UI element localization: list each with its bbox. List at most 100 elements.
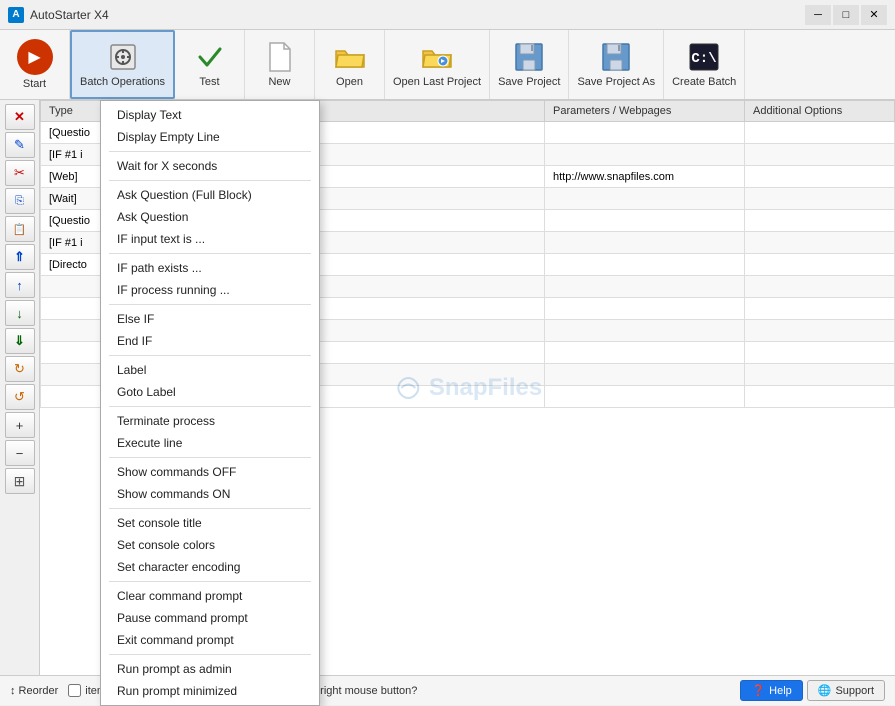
save-project-button[interactable]: Save Project [490,30,569,99]
menu-item-exit-command-prompt[interactable]: Exit command prompt [101,629,319,651]
menu-item-if-input-text[interactable]: IF input text is ... [101,228,319,250]
menu-item-set-console-title[interactable]: Set console title [101,512,319,534]
save-as-button[interactable]: Save Project As [569,30,664,99]
menu-item-run-prompt-minimized[interactable]: Run prompt minimized [101,680,319,702]
open-icon [334,41,366,73]
save-label: Save Project [498,76,560,88]
cell-params [545,298,745,320]
cell-params [545,254,745,276]
create-batch-icon: C:\ [688,41,720,73]
menu-item-ask-question-full[interactable]: Ask Question (Full Block) [101,184,319,206]
move-up-button[interactable]: ↑ [5,272,35,298]
menu-separator [109,355,311,356]
maximize-button[interactable]: □ [833,5,859,25]
save-as-label: Save Project As [577,76,655,88]
support-button[interactable]: 🌐 Support [807,680,885,701]
menu-item-terminate-process[interactable]: Terminate process [101,410,319,432]
menu-item-ask-question[interactable]: Ask Question [101,206,319,228]
new-label: New [268,76,290,88]
menu-item-goto-label[interactable]: Goto Label [101,381,319,403]
test-icon [194,41,226,73]
cell-options [745,276,895,298]
paste-button[interactable]: 📋 [5,216,35,242]
copy-button[interactable]: ⎘ [5,188,35,214]
drag-drop-text: ↕ Reorder [10,685,58,697]
cell-params [545,144,745,166]
cell-options [745,320,895,342]
menu-item-run-prompt-admin[interactable]: Run prompt as admin [101,658,319,680]
menu-separator [109,457,311,458]
open-label: Open [336,76,363,88]
menu-item-clear-command-prompt[interactable]: Clear command prompt [101,585,319,607]
menu-item-display-text[interactable]: Display Text [101,104,319,126]
rotate-cw-button[interactable]: ↻ [5,356,35,382]
menu-item-show-commands-on[interactable]: Show commands ON [101,483,319,505]
cell-params [545,364,745,386]
menu-item-wait-x-seconds[interactable]: Wait for X seconds [101,155,319,177]
move-bottom-button[interactable]: ⇓ [5,328,35,354]
cell-params [545,386,745,408]
app-title: AutoStarter X4 [30,8,805,22]
cell-params [545,188,745,210]
cell-params [545,210,745,232]
new-icon [264,41,296,73]
cell-options [745,122,895,144]
menu-item-show-commands-off[interactable]: Show commands OFF [101,461,319,483]
close-button[interactable]: ✕ [861,5,887,25]
menu-separator [109,253,311,254]
menu-item-set-console-colors[interactable]: Set console colors [101,534,319,556]
menu-separator [109,406,311,407]
help-button[interactable]: ❓ Help [740,680,802,701]
support-icon: 🌐 [818,684,832,697]
menu-item-if-path-exists[interactable]: IF path exists ... [101,257,319,279]
menu-separator [109,151,311,152]
open-last-icon [421,41,453,73]
drag-drop-checkbox[interactable] [68,684,81,697]
scissors-button[interactable]: ✂ [5,160,35,186]
batch-operations-dropdown: Display TextDisplay Empty Line Wait for X… [100,100,320,706]
open-last-label: Open Last Project [393,76,481,88]
delete-button[interactable]: ✕ [5,104,35,130]
menu-item-execute-line[interactable]: Execute line [101,432,319,454]
rotate-ccw-button[interactable]: ↺ [5,384,35,410]
remove-button[interactable]: − [5,440,35,466]
menu-item-else-if[interactable]: Else IF [101,308,319,330]
cell-options [745,188,895,210]
menu-separator [109,304,311,305]
menu-item-display-empty-line[interactable]: Display Empty Line [101,126,319,148]
menu-separator [109,581,311,582]
add-button[interactable]: + [5,412,35,438]
test-button[interactable]: Test [175,30,245,99]
svg-text:C:\: C:\ [692,51,717,67]
start-icon: ▶ [17,39,53,75]
menu-item-pause-command-prompt[interactable]: Pause command prompt [101,607,319,629]
create-batch-button[interactable]: C:\ Create Batch [664,30,745,99]
move-down-button[interactable]: ↓ [5,300,35,326]
menu-item-label[interactable]: Label [101,359,319,381]
batch-operations-label: Batch Operations [80,76,165,88]
cell-options [745,210,895,232]
title-bar: A AutoStarter X4 ─ □ ✕ [0,0,895,30]
cell-options [745,386,895,408]
menu-item-set-char-encoding[interactable]: Set character encoding [101,556,319,578]
open-button[interactable]: Open [315,30,385,99]
batch-operations-button[interactable]: Batch Operations [70,30,175,99]
start-button[interactable]: ▶ Start [0,30,70,99]
watermark: SnapFiles [393,373,542,403]
menu-item-if-process-running[interactable]: IF process running ... [101,279,319,301]
window-controls[interactable]: ─ □ ✕ [805,5,887,25]
toolbar: ▶ Start Batch Operations Test [0,30,895,100]
minimize-button[interactable]: ─ [805,5,831,25]
move-top-button[interactable]: ⇑ [5,244,35,270]
save-icon [513,41,545,73]
edit-button[interactable]: ✎ [5,132,35,158]
create-batch-label: Create Batch [672,76,736,88]
open-last-button[interactable]: Open Last Project [385,30,490,99]
app-icon: A [8,7,24,23]
test-label: Test [199,76,219,88]
start-label: Start [23,78,46,90]
new-button[interactable]: New [245,30,315,99]
help-icon: ❓ [751,684,765,697]
grid-button[interactable]: ⊞ [5,468,35,494]
menu-item-end-if[interactable]: End IF [101,330,319,352]
